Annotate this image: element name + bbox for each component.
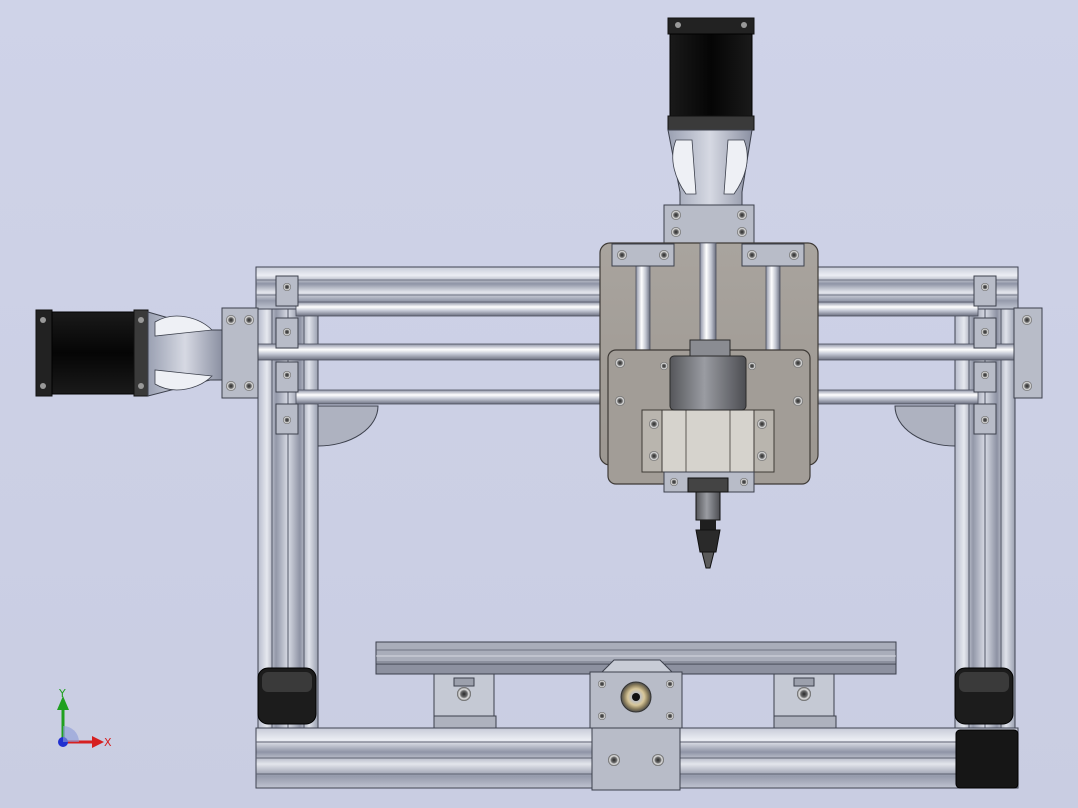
z-axis-stepper-motor — [667, 17, 755, 131]
y-axis-label: Y — [58, 687, 66, 700]
spindle-mount-block — [641, 409, 775, 473]
right-bearing-block — [1013, 307, 1043, 399]
coordinate-triad: Y X — [57, 687, 112, 749]
x-axis-coupler-housing — [147, 311, 223, 397]
left-corner-bracket — [317, 405, 379, 447]
left-foot — [257, 667, 317, 725]
x-axis-motor-mount — [221, 307, 259, 399]
right-corner-bracket — [894, 405, 956, 447]
z-axis-motor-mount — [663, 204, 755, 244]
bottom-right-corner-cap — [955, 729, 1019, 789]
x-axis-label: X — [104, 736, 112, 749]
cad-viewport[interactable]: Y X — [0, 0, 1078, 808]
bed-rail-support-left — [433, 673, 497, 729]
x-axis-stepper-motor — [35, 309, 149, 397]
right-foot — [954, 667, 1014, 725]
spindle-collet — [687, 477, 729, 569]
z-axis-coupler-housing — [667, 129, 753, 206]
bed-rail-support-right — [773, 673, 837, 729]
y-axis-nut-block — [589, 659, 683, 791]
